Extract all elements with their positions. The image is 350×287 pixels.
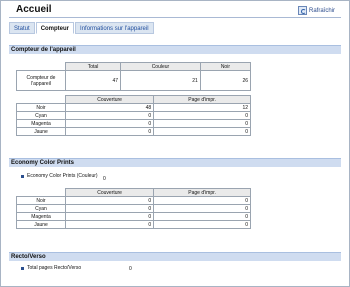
- pages-value: 0: [153, 204, 251, 213]
- tab-status[interactable]: Statut: [9, 22, 35, 34]
- table-corner: [16, 62, 66, 71]
- table-corner: [16, 95, 66, 104]
- tab-counter[interactable]: Compteur: [35, 22, 75, 34]
- tab-device-info[interactable]: Informations sur l'appareil: [75, 22, 154, 34]
- header-pages: Page d'impr.: [153, 95, 251, 104]
- row-label: Noir: [16, 103, 66, 112]
- pages-value: 12: [153, 103, 251, 112]
- coverage-value: 0: [64, 204, 155, 213]
- header-pages: Page d'impr.: [153, 188, 251, 197]
- table-row: Noir 0 0: [16, 196, 251, 205]
- coverage-table: Couverture Page d'impr. Noir 48 12 Cyan …: [16, 95, 251, 136]
- browser-frame: Accueil Rafraîchir Statut Compteur Infor…: [0, 0, 350, 287]
- coverage-value: 0: [64, 196, 155, 205]
- header-color: Couleur: [120, 62, 201, 71]
- duplex-item: Total pages Recto/Verso: [21, 265, 81, 271]
- row-label: Magenta: [16, 119, 66, 128]
- row-label: Noir: [16, 196, 66, 205]
- header-divider: [9, 17, 341, 18]
- bullet-icon: [21, 174, 24, 178]
- table-row: Jaune 0 0: [16, 127, 251, 136]
- value-color: 21: [120, 70, 201, 91]
- pages-value: 0: [153, 212, 251, 221]
- coverage-value: 0: [64, 127, 155, 136]
- bullet-icon: [21, 266, 24, 270]
- header-coverage: Couverture: [64, 188, 155, 197]
- economy-table: Couverture Page d'impr. Noir 0 0 Cyan 0 …: [16, 188, 251, 229]
- row-label: Jaune: [16, 220, 66, 229]
- tab-bar: Statut Compteur Informations sur l'appar…: [9, 22, 154, 34]
- table-corner: [16, 188, 66, 197]
- table-row: Cyan 0 0: [16, 111, 251, 120]
- row-label: Compteur de l'appareil: [16, 70, 66, 91]
- pages-value: 0: [153, 127, 251, 136]
- coverage-value: 0: [64, 212, 155, 221]
- section-header-duplex: Recto/Verso: [9, 252, 341, 261]
- duplex-item-label: Total pages Recto/Verso: [27, 265, 82, 271]
- coverage-value: 0: [64, 119, 155, 128]
- duplex-item-value: 0: [129, 266, 132, 272]
- counter-table: Total Couleur Noir Compteur de l'apparei…: [16, 62, 252, 91]
- coverage-value: 0: [64, 111, 155, 120]
- table-row: Jaune 0 0: [16, 220, 251, 229]
- header-total: Total: [64, 62, 122, 71]
- row-label: Cyan: [16, 111, 66, 120]
- row-label: Cyan: [16, 204, 66, 213]
- coverage-value: 48: [64, 103, 155, 112]
- section-header-economy: Economy Color Prints: [9, 158, 341, 167]
- refresh-label: Rafraîchir: [308, 7, 335, 14]
- economy-item-label: Economy Color Prints (Couleur): [27, 173, 98, 179]
- table-row: Magenta 0 0: [16, 119, 251, 128]
- pages-value: 0: [153, 196, 251, 205]
- table-row: Cyan 0 0: [16, 204, 251, 213]
- header-coverage: Couverture: [64, 95, 155, 104]
- pages-value: 0: [153, 119, 251, 128]
- value-total: 47: [64, 70, 122, 91]
- row-label: Magenta: [16, 212, 66, 221]
- page-title: Accueil: [16, 4, 52, 15]
- refresh-icon: [297, 6, 307, 15]
- value-black: 26: [199, 70, 252, 91]
- economy-item-value: 0: [103, 176, 106, 182]
- header-black: Noir: [199, 62, 252, 71]
- row-label: Jaune: [16, 127, 66, 136]
- economy-item: Economy Color Prints (Couleur): [21, 173, 98, 179]
- coverage-value: 0: [64, 220, 155, 229]
- pages-value: 0: [153, 220, 251, 229]
- table-row: Magenta 0 0: [16, 212, 251, 221]
- pages-value: 0: [153, 111, 251, 120]
- table-row: Noir 48 12: [16, 103, 251, 112]
- refresh-button[interactable]: Rafraîchir: [297, 6, 335, 15]
- section-header-counter: Compteur de l'appareil: [9, 45, 341, 54]
